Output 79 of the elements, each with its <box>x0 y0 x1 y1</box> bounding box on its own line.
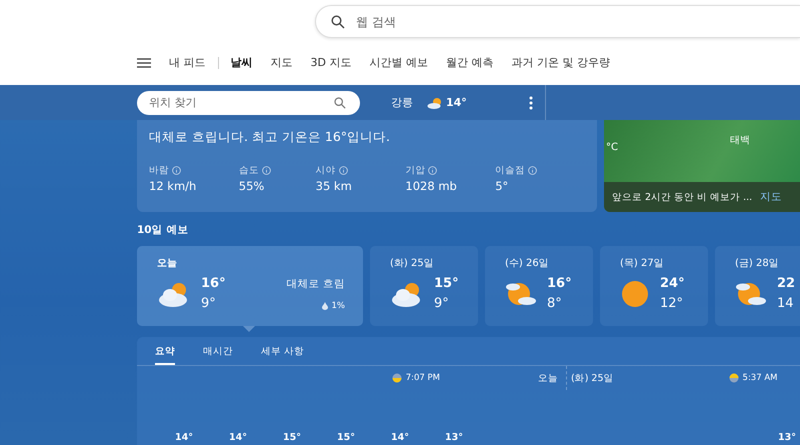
day-label: 오늘 <box>538 372 558 384</box>
hourly-temperature: 15° <box>337 432 356 443</box>
stat-value: 12 km/h <box>149 179 198 193</box>
day-label: 오늘 <box>157 257 178 270</box>
sunset-icon <box>392 373 402 383</box>
sunrise-icon <box>728 373 739 383</box>
forecast-day-card[interactable]: 오늘 16° 9° 대체로 흐림 1% <box>137 246 363 326</box>
nav-tab[interactable]: 시간별 예보 <box>369 55 428 70</box>
nav-tab[interactable]: 월간 예측 <box>446 55 494 70</box>
high-temperature: 24° <box>660 276 685 291</box>
info-icon[interactable] <box>428 166 438 175</box>
stat-value: 5° <box>495 179 510 193</box>
current-temperature: 14° <box>446 96 467 109</box>
nav-tab[interactable]: 내 피드 <box>169 55 206 70</box>
stat-value: 35 km <box>316 179 353 193</box>
high-temperature: 22 <box>777 276 796 291</box>
search-icon <box>334 96 346 108</box>
high-temperature: 15° <box>434 276 459 291</box>
condition-text: 대체로 흐림 <box>286 276 345 290</box>
map-label: 태백 <box>730 134 750 147</box>
forecast-day-card[interactable]: (화) 25일 15° 9° <box>370 246 478 326</box>
menu-icon[interactable] <box>137 58 151 68</box>
hourly-temperature: 15° <box>283 432 302 443</box>
stat-value: 1028 mb <box>405 179 458 193</box>
high-temperature: 16° <box>547 276 572 291</box>
nav-tab[interactable]: 날씨 <box>230 55 252 70</box>
day-label: (화) 25일 <box>571 372 614 384</box>
location-search-field[interactable]: 위치 찾기 <box>137 90 360 114</box>
more-options-icon[interactable] <box>528 96 533 110</box>
nav-tab[interactable]: 지도 <box>270 55 292 70</box>
nav-tab[interactable]: 과거 기온 및 강우량 <box>511 55 610 70</box>
hourly-temperature: 14° <box>175 432 194 443</box>
sunset-time: 7:07 PM <box>406 373 440 383</box>
day-label: (목) 27일 <box>620 257 665 270</box>
forecast-day-card[interactable]: (목) 27일 24° 12° <box>600 246 708 326</box>
precipitation-chance: 1% <box>332 300 345 310</box>
raindrop-icon <box>322 302 328 310</box>
forecast-day-card[interactable]: (금) 28일 22 14 <box>715 246 800 326</box>
stat-label: 기압 <box>405 164 426 177</box>
sunrise-time: 5:37 AM <box>742 373 778 383</box>
day-label: (수) 26일 <box>505 257 550 270</box>
selection-pointer-icon <box>243 326 255 332</box>
map-label: °C <box>606 142 618 153</box>
map-link[interactable]: 지도 <box>760 190 782 204</box>
low-temperature: 9° <box>434 296 450 311</box>
section-title: 10일 예보 <box>137 223 190 237</box>
info-icon[interactable] <box>528 166 538 175</box>
location-name: 강릉 <box>391 95 413 110</box>
info-icon[interactable] <box>172 166 181 175</box>
hourly-temperature: 13° <box>778 432 797 443</box>
day-label: (화) 25일 <box>390 257 435 270</box>
stat-label: 습도 <box>238 164 259 177</box>
nav-tab[interactable]: 3D 지도 <box>310 55 352 70</box>
low-temperature: 12° <box>660 296 684 311</box>
forecast-day-card[interactable]: (수) 26일 16° 8° <box>485 246 593 326</box>
map-caption: 앞으로 2시간 동안 비 예보가 ... <box>612 190 752 204</box>
stat-label: 이슬점 <box>495 164 526 177</box>
details-tab[interactable]: 요약 <box>155 345 175 365</box>
sun-icon <box>620 278 650 308</box>
hourly-temperature: 13° <box>445 432 464 443</box>
low-temperature: 14 <box>777 296 795 311</box>
map-card[interactable]: °C 태백 앞으로 2시간 동안 비 예보가 ... 지도 <box>604 120 800 212</box>
info-icon[interactable] <box>262 166 271 175</box>
stat-label: 바람 <box>149 164 169 177</box>
web-search-field[interactable]: 웹 검색 <box>315 5 800 38</box>
details-tab[interactable]: 매시간 <box>203 345 233 365</box>
stat-value: 55% <box>238 179 266 193</box>
info-icon[interactable] <box>338 166 348 175</box>
low-temperature: 9° <box>201 296 217 311</box>
details-tab[interactable]: 세부 사항 <box>261 345 304 365</box>
hourly-temperature: 14° <box>391 432 410 443</box>
day-label: (금) 28일 <box>735 257 780 270</box>
high-temperature: 16° <box>201 276 226 291</box>
summary-text: 대체로 흐립니다. 최고 기온은 16°입니다. <box>149 129 391 146</box>
hourly-temperature: 14° <box>229 432 248 443</box>
stat-label: 시야 <box>316 164 336 177</box>
low-temperature: 8° <box>547 296 563 311</box>
search-icon <box>331 15 345 29</box>
partly-cloudy-icon <box>427 96 443 108</box>
